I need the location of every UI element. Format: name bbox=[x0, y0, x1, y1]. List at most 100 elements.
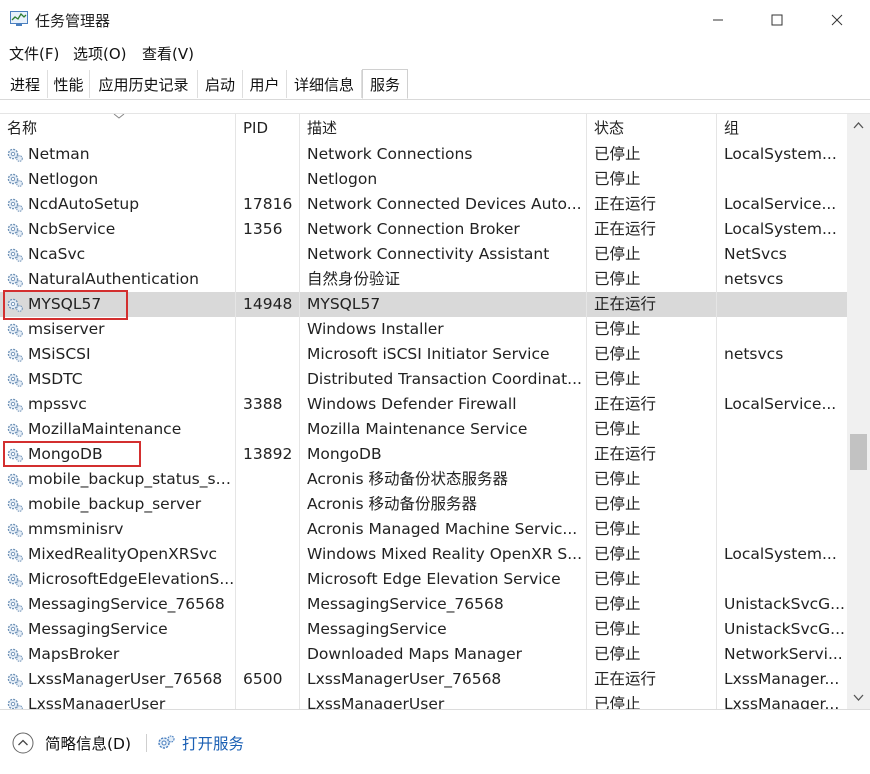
cell-description: Acronis 移动备份服务器 bbox=[300, 492, 587, 517]
cell-status: 正在运行 bbox=[587, 392, 717, 417]
cell-status: 已停止 bbox=[587, 492, 717, 517]
cell-name: MicrosoftEdgeElevationS... bbox=[0, 567, 236, 592]
cell-pid bbox=[236, 417, 300, 442]
tab-app-history[interactable]: 应用历史记录 bbox=[90, 70, 198, 98]
cell-pid: 1356 bbox=[236, 217, 300, 242]
service-name-text: Netlogon bbox=[28, 170, 99, 188]
tab-startup[interactable]: 启动 bbox=[198, 70, 243, 98]
service-gear-icon bbox=[7, 573, 23, 587]
service-name-text: LxssManagerUser bbox=[28, 695, 166, 710]
table-row[interactable]: Netman Network Connections 已停止 LocalSystem.… bbox=[0, 142, 847, 167]
cell-status: 已停止 bbox=[587, 542, 717, 567]
column-header-pid[interactable]: PID bbox=[236, 114, 300, 142]
cell-group bbox=[717, 292, 847, 317]
cell-description: Downloaded Maps Manager bbox=[300, 642, 587, 667]
column-header-name[interactable]: 名称 bbox=[0, 114, 236, 142]
cell-group: LxssManager... bbox=[724, 670, 840, 688]
vertical-scrollbar[interactable] bbox=[847, 114, 870, 710]
cell-group: LocalService... bbox=[724, 395, 837, 413]
cell-group bbox=[717, 167, 847, 192]
scroll-down-icon[interactable] bbox=[853, 694, 864, 701]
cell-description: Microsoft iSCSI Initiator Service bbox=[300, 342, 587, 367]
tab-details[interactable]: 详细信息 bbox=[287, 70, 362, 98]
table-row[interactable]: MozillaMaintenance Mozilla Maintenance Se… bbox=[0, 417, 847, 442]
table-row[interactable]: MessagingService_76568 MessagingService_7… bbox=[0, 592, 847, 617]
cell-status: 已停止 bbox=[587, 517, 717, 542]
scroll-thumb[interactable] bbox=[850, 434, 867, 470]
cell-pid bbox=[236, 642, 300, 667]
minimize-button[interactable] bbox=[695, 0, 741, 40]
tab-processes[interactable]: 进程 bbox=[3, 70, 48, 98]
menu-options[interactable]: 选项(O) bbox=[73, 43, 127, 64]
table-row[interactable]: Netlogon Netlogon 已停止 bbox=[0, 167, 847, 192]
cell-group: NetworkServi... bbox=[724, 645, 843, 663]
table-row[interactable]: LxssManagerUser_76568 6500 LxssManagerUser… bbox=[0, 667, 847, 692]
table-row[interactable]: NcdAutoSetup 17816 Network Connected Devic… bbox=[0, 192, 847, 217]
cell-pid: 6500 bbox=[236, 667, 300, 692]
cell-group: LocalSystem... bbox=[724, 220, 837, 238]
table-row[interactable]: MicrosoftEdgeElevationS... Microsoft Edge… bbox=[0, 567, 847, 592]
cell-description: Distributed Transaction Coordinat... bbox=[300, 367, 587, 392]
cell-pid bbox=[236, 617, 300, 642]
cell-name: mobile_backup_server bbox=[0, 492, 236, 517]
cell-group bbox=[717, 417, 847, 442]
service-name-text: MicrosoftEdgeElevationS... bbox=[28, 570, 235, 588]
table-row[interactable]: NcbService 1356 Network Connection Broker 正… bbox=[0, 217, 847, 242]
column-header-group[interactable]: 组 bbox=[717, 114, 847, 142]
cell-description: Acronis Managed Machine Servic... bbox=[300, 517, 587, 542]
menu-view[interactable]: 查看(V) bbox=[142, 43, 194, 64]
tab-services[interactable]: 服务 bbox=[362, 69, 408, 99]
table-row[interactable]: MessagingService MessagingService 已停止 Unist… bbox=[0, 617, 847, 642]
service-name-text: MapsBroker bbox=[28, 645, 120, 663]
cell-status: 正在运行 bbox=[587, 667, 717, 692]
table-row[interactable]: MSDTC Distributed Transaction Coordinat..… bbox=[0, 367, 847, 392]
service-name-text: NcbService bbox=[28, 220, 116, 238]
services-gear-icon bbox=[158, 735, 175, 749]
table-row[interactable]: mmsminisrv Acronis Managed Machine Servic… bbox=[0, 517, 847, 542]
cell-name: MapsBroker bbox=[0, 642, 236, 667]
cell-pid bbox=[236, 542, 300, 567]
cell-name: mobile_backup_status_se... bbox=[0, 467, 236, 492]
cell-name: mmsminisrv bbox=[0, 517, 236, 542]
close-icon bbox=[831, 14, 843, 26]
maximize-button[interactable] bbox=[754, 0, 800, 40]
table-row[interactable]: mpssvc 3388 Windows Defender Firewall 正在运行 L… bbox=[0, 392, 847, 417]
menu-file[interactable]: 文件(F) bbox=[9, 43, 59, 64]
cell-status: 已停止 bbox=[587, 642, 717, 667]
cell-description: Netlogon bbox=[300, 167, 587, 192]
table-row[interactable]: msiserver Windows Installer 已停止 bbox=[0, 317, 847, 342]
cell-pid bbox=[236, 567, 300, 592]
cell-status: 已停止 bbox=[587, 142, 717, 167]
table-row[interactable]: MixedRealityOpenXRSvc Windows Mixed Reali… bbox=[0, 542, 847, 567]
cell-group: LocalSystem... bbox=[724, 545, 837, 563]
cell-pid bbox=[236, 592, 300, 617]
tab-performance[interactable]: 性能 bbox=[48, 70, 90, 98]
cell-pid bbox=[236, 267, 300, 292]
cell-pid bbox=[236, 242, 300, 267]
cell-description: Mozilla Maintenance Service bbox=[300, 417, 587, 442]
open-services-link[interactable]: 打开服务 bbox=[156, 732, 244, 754]
close-button[interactable] bbox=[814, 0, 860, 40]
table-row[interactable]: MSiSCSI Microsoft iSCSI Initiator Service… bbox=[0, 342, 847, 367]
table-row[interactable]: mobile_backup_server Acronis 移动备份服务器 已停止 bbox=[0, 492, 847, 517]
table-row[interactable]: MapsBroker Downloaded Maps Manager 已停止 Netw… bbox=[0, 642, 847, 667]
cell-group: LocalSystem... bbox=[724, 145, 837, 163]
cell-description: LxssManagerUser bbox=[300, 692, 587, 710]
column-header-description[interactable]: 描述 bbox=[300, 114, 587, 142]
service-gear-icon bbox=[7, 623, 23, 637]
cell-group bbox=[717, 492, 847, 517]
scroll-up-icon[interactable] bbox=[853, 122, 864, 129]
table-row[interactable]: NcaSvc Network Connectivity Assistant 已停止 N… bbox=[0, 242, 847, 267]
cell-status: 正在运行 bbox=[587, 192, 717, 217]
cell-pid bbox=[236, 317, 300, 342]
service-name-text: MessagingService bbox=[28, 620, 168, 638]
tab-users[interactable]: 用户 bbox=[243, 70, 287, 98]
cell-description: Windows Defender Firewall bbox=[300, 392, 587, 417]
table-row[interactable]: LxssManagerUser LxssManagerUser 已停止 LxssMan… bbox=[0, 692, 847, 710]
table-row[interactable]: mobile_backup_status_se... Acronis 移动备份状态… bbox=[0, 467, 847, 492]
column-header-status[interactable]: 状态 bbox=[587, 114, 717, 142]
cell-pid bbox=[236, 367, 300, 392]
service-name-text: mobile_backup_server bbox=[28, 495, 202, 513]
brief-info-button[interactable]: 简略信息(D) bbox=[12, 732, 131, 754]
table-row[interactable]: NaturalAuthentication 自然身份验证 已停止 netsvcs bbox=[0, 267, 847, 292]
